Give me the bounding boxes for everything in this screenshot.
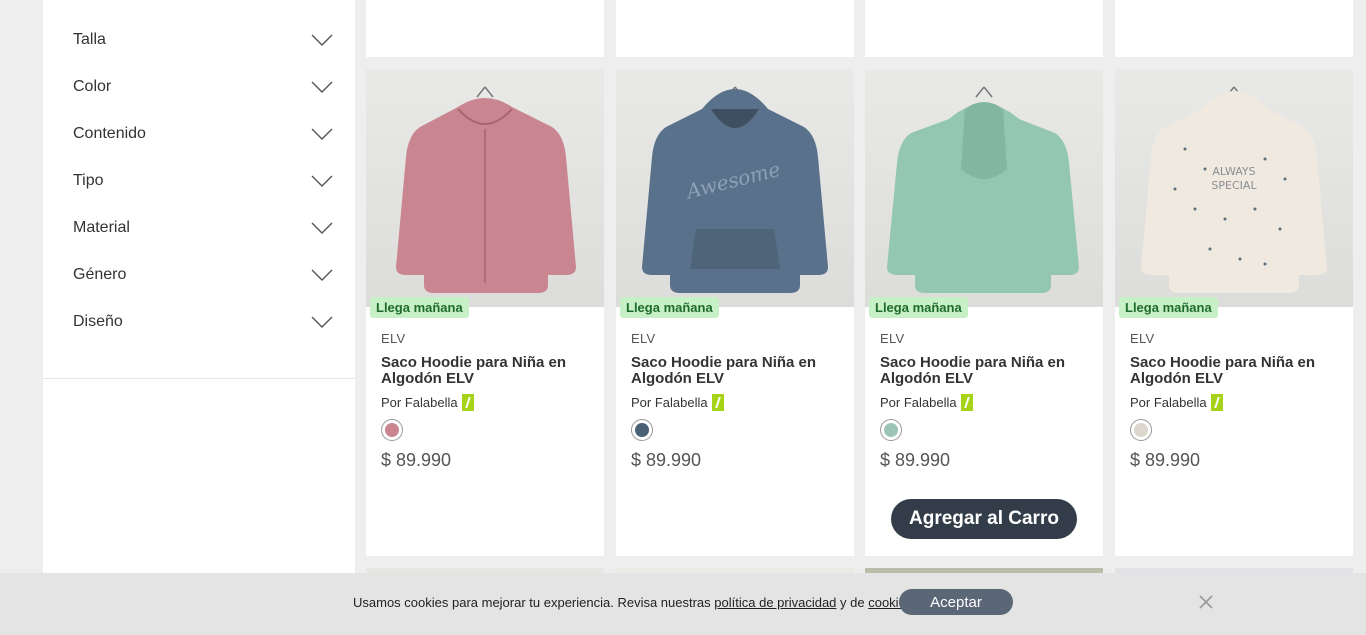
seller-label: Por Falabella	[381, 394, 474, 411]
chevron-down-icon	[311, 222, 333, 234]
filter-label: Género	[73, 265, 127, 283]
delivery-badge: Llega mañana	[370, 297, 469, 318]
falabella-mark-icon	[960, 394, 973, 411]
product-image[interactable]: Awesome	[616, 69, 854, 307]
product-card[interactable]: Llega mañana ELV Saco Hoodie para Niña e…	[865, 69, 1103, 556]
delivery-badge: Llega mañana	[620, 297, 719, 318]
product-image[interactable]: ALWAYS SPECIAL	[1115, 69, 1353, 307]
seller-text: Por Falabella	[631, 395, 708, 410]
falabella-mark-icon	[1210, 394, 1223, 411]
svg-text:ALWAYS: ALWAYS	[1212, 165, 1255, 178]
filter-label: Talla	[73, 30, 106, 48]
product-price: $ 89.990	[880, 450, 951, 470]
product-image[interactable]	[366, 69, 604, 307]
product-title[interactable]: Saco Hoodie para Niña en Algodón ELV	[880, 355, 1090, 387]
hoodie-image: ALWAYS SPECIAL	[1141, 86, 1327, 293]
product-card-partial[interactable]	[1115, 0, 1353, 57]
cookie-message: Usamos cookies para mejorar tu experienc…	[353, 595, 916, 610]
chevron-down-icon	[311, 128, 333, 140]
seller-label: Por Falabella	[1130, 394, 1223, 411]
hoodie-image	[887, 86, 1079, 293]
color-swatch[interactable]	[381, 419, 403, 441]
product-price: $ 89.990	[1130, 450, 1201, 470]
product-title[interactable]: Saco Hoodie para Niña en Algodón ELV	[1130, 355, 1340, 387]
product-brand: ELV	[880, 331, 905, 346]
color-swatch[interactable]	[631, 419, 653, 441]
filter-label: Contenido	[73, 124, 146, 142]
filter-list: Talla Color Contenido Tipo Material Géne…	[43, 16, 355, 345]
swatch-color	[635, 423, 649, 437]
filter-diseno[interactable]: Diseño	[43, 298, 355, 345]
seller-text: Por Falabella	[381, 395, 458, 410]
filter-contenido[interactable]: Contenido	[43, 110, 355, 157]
product-brand: ELV	[631, 331, 656, 346]
cookie-text: y de	[836, 595, 869, 610]
filter-tipo[interactable]: Tipo	[43, 157, 355, 204]
product-brand: ELV	[381, 331, 406, 346]
privacy-policy-link[interactable]: política de privacidad	[714, 595, 836, 610]
product-card-partial[interactable]	[366, 0, 604, 57]
color-swatch[interactable]	[1130, 419, 1152, 441]
swatch-color	[385, 423, 399, 437]
color-swatch[interactable]	[880, 419, 902, 441]
filter-sidebar: Talla Color Contenido Tipo Material Géne…	[43, 0, 355, 635]
seller-label: Por Falabella	[880, 394, 973, 411]
chevron-down-icon	[311, 316, 333, 328]
falabella-mark-icon	[461, 394, 474, 411]
seller-label: Por Falabella	[631, 394, 724, 411]
swatch-color	[1134, 423, 1148, 437]
chevron-down-icon	[311, 34, 333, 46]
svg-text:SPECIAL: SPECIAL	[1211, 179, 1257, 192]
filter-talla[interactable]: Talla	[43, 16, 355, 63]
close-icon[interactable]	[1197, 593, 1215, 611]
filter-label: Tipo	[73, 171, 104, 189]
product-card[interactable]: Awesome Llega mañana ELV Saco Hoodie par…	[616, 69, 854, 556]
hoodie-image: Awesome	[642, 86, 828, 293]
product-brand: ELV	[1130, 331, 1155, 346]
cookie-text: Usamos cookies para mejorar tu experienc…	[353, 595, 715, 610]
swatch-color	[884, 423, 898, 437]
accept-cookies-button[interactable]: Aceptar	[899, 589, 1013, 615]
falabella-mark-icon	[711, 394, 724, 411]
product-card-partial[interactable]	[865, 0, 1103, 57]
seller-text: Por Falabella	[880, 395, 957, 410]
chevron-down-icon	[311, 175, 333, 187]
filter-label: Color	[73, 77, 112, 95]
delivery-badge: Llega mañana	[1119, 297, 1218, 318]
filter-genero[interactable]: Género	[43, 251, 355, 298]
filter-label: Material	[73, 218, 130, 236]
filter-material[interactable]: Material	[43, 204, 355, 251]
chevron-down-icon	[311, 81, 333, 93]
hoodie-image	[396, 86, 576, 293]
product-card-partial[interactable]	[616, 0, 854, 57]
chevron-down-icon	[311, 269, 333, 281]
product-title[interactable]: Saco Hoodie para Niña en Algodón ELV	[381, 355, 591, 387]
product-title[interactable]: Saco Hoodie para Niña en Algodón ELV	[631, 355, 841, 387]
add-to-cart-button[interactable]: Agregar al Carro	[891, 499, 1077, 539]
product-image[interactable]	[865, 69, 1103, 307]
filter-label: Diseño	[73, 312, 123, 330]
product-card[interactable]: Llega mañana ELV Saco Hoodie para Niña e…	[366, 69, 604, 556]
filter-color[interactable]: Color	[43, 63, 355, 110]
product-card[interactable]: ALWAYS SPECIAL Llega mañana ELV Saco Hoo…	[1115, 69, 1353, 556]
sidebar-divider	[43, 378, 355, 379]
product-price: $ 89.990	[631, 450, 702, 470]
seller-text: Por Falabella	[1130, 395, 1207, 410]
delivery-badge: Llega mañana	[869, 297, 968, 318]
cookie-banner: Usamos cookies para mejorar tu experienc…	[0, 573, 1366, 635]
product-price: $ 89.990	[381, 450, 452, 470]
